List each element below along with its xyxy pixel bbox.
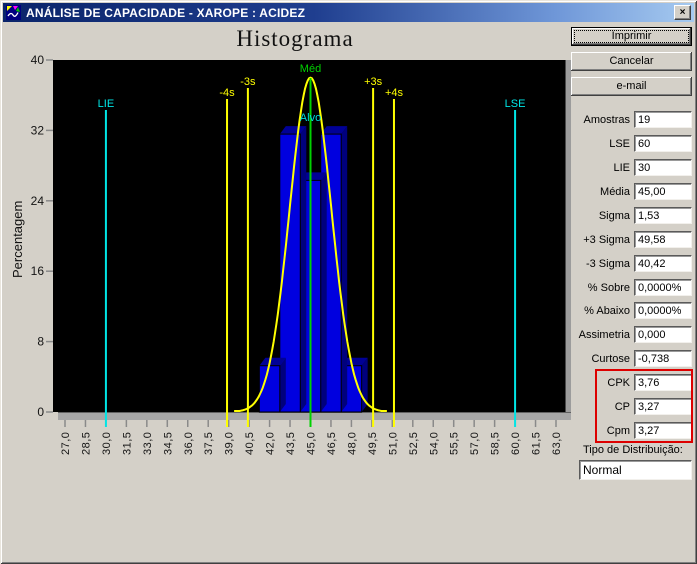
- field-input-amostras[interactable]: [634, 111, 692, 128]
- field-input-pct-sobre[interactable]: [634, 279, 692, 296]
- x-tick-label: 27,0: [60, 432, 72, 455]
- x-tick-label: 49,5: [367, 432, 379, 455]
- x-tick-label: 52,5: [408, 432, 420, 455]
- x-tick-label: 61,5: [531, 432, 543, 455]
- x-tick-label: 60,0: [510, 432, 522, 455]
- distribution-input[interactable]: [579, 460, 692, 480]
- email-button[interactable]: e-mail: [571, 77, 692, 96]
- close-button[interactable]: ×: [674, 5, 691, 20]
- field-input-pct-abaixo[interactable]: [634, 302, 692, 319]
- x-tick-label: 42,0: [265, 432, 277, 455]
- y-tick-label: 16: [31, 264, 45, 278]
- ref-line-label-plus-4s: +4s: [385, 87, 404, 99]
- x-tick-label: 37,5: [203, 432, 215, 455]
- distribution-label: Tipo de Distribuição:: [583, 444, 683, 456]
- y-tick-label: 40: [31, 53, 45, 67]
- imprimir-button[interactable]: Imprimir: [571, 27, 692, 46]
- field-input-cpk[interactable]: [634, 374, 692, 391]
- ref-line-label-minus-3s: -3s: [240, 76, 256, 88]
- field-label-cpm: Cpm: [606, 425, 630, 437]
- field-label-plus-3-sigma: +3 Sigma: [583, 234, 630, 246]
- x-tick-label: 45,0: [306, 432, 318, 455]
- y-tick-label: 32: [31, 123, 45, 137]
- x-tick-label: 34,5: [162, 432, 174, 455]
- x-tick-label: 40,5: [244, 432, 256, 455]
- plot-floor: [58, 412, 571, 420]
- ref-line-label-plus-3s: +3s: [364, 76, 383, 88]
- x-tick-label: 55,5: [449, 432, 461, 455]
- x-tick-label: 54,0: [428, 432, 440, 455]
- annotation-alvo: Alvo: [300, 112, 321, 124]
- field-label-cpk: CPK: [607, 377, 630, 389]
- x-tick-label: 31,5: [121, 432, 133, 455]
- field-input-cpm[interactable]: [634, 422, 692, 439]
- x-tick-label: 36,0: [183, 432, 195, 455]
- app-window: ANÁLISE DE CAPACIDADE - XAROPE : ACIDEZ …: [0, 0, 697, 564]
- x-tick-label: 48,0: [346, 432, 358, 455]
- field-input-minus-3-sigma[interactable]: [634, 255, 692, 272]
- x-tick-label: 30,0: [101, 432, 113, 455]
- ref-line-label-lse: LSE: [505, 98, 526, 110]
- x-tick-label: 43,5: [285, 432, 297, 455]
- field-label-lie: LIE: [613, 162, 630, 174]
- bar-side-face: [300, 126, 307, 412]
- field-input-lse[interactable]: [634, 135, 692, 152]
- chart-title: Histograma: [236, 26, 354, 51]
- title-bar[interactable]: ANÁLISE DE CAPACIDADE - XAROPE : ACIDEZ …: [3, 3, 694, 22]
- app-icon: [6, 5, 21, 20]
- field-input-plus-3-sigma[interactable]: [634, 231, 692, 248]
- y-axis-title: Percentagem: [10, 200, 25, 278]
- x-tick-label: 57,0: [469, 432, 481, 455]
- x-tick-label: 46,5: [326, 432, 338, 455]
- bar-side-face: [279, 357, 286, 412]
- ref-line-label-lie: LIE: [98, 98, 115, 110]
- window-title: ANÁLISE DE CAPACIDADE - XAROPE : ACIDEZ: [26, 5, 306, 20]
- field-label-assimetria: Assimetria: [578, 329, 630, 341]
- x-tick-label: 28,5: [80, 432, 92, 455]
- x-tick-label: 39,0: [224, 432, 236, 455]
- field-input-lie[interactable]: [634, 159, 692, 176]
- field-label-cp: CP: [614, 401, 630, 413]
- field-label-amostras: Amostras: [583, 114, 630, 126]
- y-tick-label: 0: [37, 405, 44, 419]
- field-label-curtose: Curtose: [591, 353, 630, 365]
- field-label-media: Média: [600, 186, 630, 198]
- field-input-cp[interactable]: [634, 398, 692, 415]
- bar-side-face: [320, 172, 327, 412]
- field-label-sigma: Sigma: [598, 210, 630, 222]
- y-tick-label: 24: [31, 194, 45, 208]
- ref-line-label-minus-4s: -4s: [219, 87, 235, 99]
- field-input-assimetria[interactable]: [634, 326, 692, 343]
- field-input-media[interactable]: [634, 183, 692, 200]
- field-input-curtose[interactable]: [634, 350, 692, 367]
- cancelar-button[interactable]: Cancelar: [571, 52, 692, 71]
- field-label-pct-abaixo: % Abaixo: [584, 305, 630, 317]
- y-tick-label: 8: [37, 335, 44, 349]
- field-label-lse: LSE: [609, 138, 630, 150]
- field-input-sigma[interactable]: [634, 207, 692, 224]
- field-label-minus-3-sigma: -3 Sigma: [585, 258, 630, 270]
- bar-side-face: [341, 126, 348, 412]
- x-tick-label: 33,0: [142, 432, 154, 455]
- x-tick-label: 58,5: [490, 432, 502, 455]
- capability-histogram: 0 8 16 24 32 40 27,0 28,5 30,0 31,5 33,0 34,5 36,0 37…: [31, 53, 571, 455]
- field-label-pct-sobre: % Sobre: [587, 282, 630, 294]
- x-tick-label: 51,0: [387, 432, 399, 455]
- ref-line-label-med: Méd: [300, 63, 321, 75]
